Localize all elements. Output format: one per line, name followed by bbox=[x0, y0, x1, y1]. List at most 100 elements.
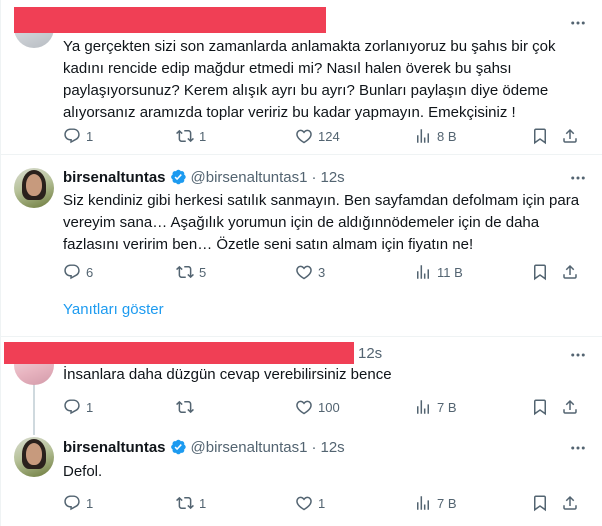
tweet-header: birsenaltuntas @birsenaltuntas1 · 12s bbox=[63, 438, 345, 456]
more-options-icon[interactable] bbox=[568, 345, 588, 365]
like-count: 3 bbox=[318, 264, 326, 280]
redacted-username bbox=[4, 342, 354, 364]
reply-button[interactable]: 6 bbox=[63, 262, 93, 282]
user-handle[interactable]: @birsenaltuntas1 bbox=[191, 439, 308, 456]
reply-icon bbox=[64, 399, 80, 415]
share-button[interactable] bbox=[561, 126, 579, 146]
reply-icon bbox=[64, 264, 80, 280]
reply-icon bbox=[64, 128, 80, 144]
more-options-icon[interactable] bbox=[568, 438, 588, 458]
retweet-button[interactable]: 5 bbox=[176, 262, 206, 282]
views-button[interactable]: 8 B bbox=[414, 126, 457, 146]
display-name[interactable]: birsenaltuntas bbox=[63, 439, 166, 456]
tweet-actions: 6 5 3 11 B bbox=[63, 262, 583, 282]
bookmark-icon bbox=[534, 264, 546, 281]
retweet-button[interactable] bbox=[176, 397, 199, 417]
timestamp[interactable]: 12s bbox=[321, 439, 345, 456]
views-button[interactable]: 7 B bbox=[414, 397, 457, 417]
timestamp[interactable]: 12s bbox=[358, 345, 382, 362]
tweet-actions: 1 1 1 7 B bbox=[63, 493, 583, 513]
views-count: 8 B bbox=[437, 128, 457, 144]
timestamp[interactable]: 12s bbox=[321, 169, 345, 186]
tweet-text: İnsanlara daha düzgün cevap verebilirsin… bbox=[63, 366, 392, 383]
heart-icon bbox=[296, 265, 312, 280]
redacted-username bbox=[14, 7, 326, 33]
tweet-text: Defol. bbox=[63, 463, 103, 480]
views-chart-icon bbox=[417, 265, 429, 279]
retweet-button[interactable]: 1 bbox=[176, 126, 206, 146]
verified-badge-icon bbox=[170, 439, 186, 455]
more-options-icon[interactable] bbox=[568, 13, 588, 33]
bookmark-button[interactable] bbox=[531, 126, 549, 146]
views-chart-icon bbox=[417, 400, 429, 414]
heart-icon bbox=[296, 400, 312, 415]
divider bbox=[0, 154, 602, 155]
more-options-icon[interactable] bbox=[568, 168, 588, 188]
thread-line bbox=[33, 383, 35, 429]
retweet-count: 1 bbox=[199, 495, 207, 511]
reply-count: 1 bbox=[86, 399, 94, 415]
retweet-count: 5 bbox=[199, 264, 207, 280]
views-chart-icon bbox=[417, 129, 429, 143]
views-chart-icon bbox=[417, 496, 429, 510]
separator-dot: · bbox=[311, 168, 317, 186]
tweet-text: Siz kendiniz gibi herkesi satılık sanmay… bbox=[63, 192, 580, 253]
verified-badge-icon bbox=[170, 169, 186, 185]
reply-button[interactable]: 1 bbox=[63, 493, 93, 513]
retweet-button[interactable]: 1 bbox=[176, 493, 206, 513]
retweet-count: 1 bbox=[199, 128, 207, 144]
retweet-icon bbox=[176, 496, 194, 510]
bookmark-button[interactable] bbox=[531, 262, 549, 282]
thread-line bbox=[33, 429, 35, 435]
like-button[interactable]: 100 bbox=[295, 397, 340, 417]
tweet-4[interactable]: birsenaltuntas @birsenaltuntas1 · 12s De… bbox=[0, 429, 602, 526]
reply-count: 1 bbox=[86, 495, 94, 511]
views-button[interactable]: 7 B bbox=[414, 493, 457, 513]
reply-button[interactable]: 1 bbox=[63, 397, 93, 417]
retweet-icon bbox=[176, 129, 194, 143]
share-icon bbox=[563, 264, 577, 279]
share-icon bbox=[563, 399, 577, 414]
share-button[interactable] bbox=[561, 493, 579, 513]
share-icon bbox=[563, 495, 577, 510]
show-replies-link[interactable]: Yanıtları göster bbox=[63, 301, 164, 318]
like-button[interactable]: 3 bbox=[295, 262, 325, 282]
separator-dot: · bbox=[311, 438, 317, 456]
like-button[interactable]: 1 bbox=[295, 493, 325, 513]
tweet-actions: 1 100 7 B bbox=[63, 397, 583, 417]
views-count: 7 B bbox=[437, 399, 457, 415]
views-count: 11 B bbox=[437, 264, 463, 280]
tweet-actions: 1 1 124 8 B bbox=[63, 126, 583, 146]
share-button[interactable] bbox=[561, 397, 579, 417]
tweet-3[interactable]: 12s İnsanlara daha düzgün cevap verebili… bbox=[0, 337, 602, 429]
reply-count: 1 bbox=[86, 128, 94, 144]
bookmark-icon bbox=[534, 399, 546, 416]
display-name[interactable]: birsenaltuntas bbox=[63, 169, 166, 186]
avatar[interactable] bbox=[14, 437, 54, 477]
like-count: 124 bbox=[318, 128, 340, 144]
like-button[interactable]: 124 bbox=[295, 126, 340, 146]
heart-icon bbox=[296, 496, 312, 511]
bookmark-icon bbox=[534, 128, 546, 145]
views-count: 7 B bbox=[437, 495, 457, 511]
user-handle[interactable]: @birsenaltuntas1 bbox=[191, 169, 308, 186]
tweet-text: Ya gerçekten sizi son zamanlarda anlamak… bbox=[63, 38, 556, 121]
avatar[interactable] bbox=[14, 168, 54, 208]
share-icon bbox=[563, 128, 577, 143]
like-count: 100 bbox=[318, 399, 340, 415]
share-button[interactable] bbox=[561, 262, 579, 282]
like-count: 1 bbox=[318, 495, 326, 511]
bookmark-button[interactable] bbox=[531, 397, 549, 417]
heart-icon bbox=[296, 129, 312, 144]
tweet-1[interactable]: Ya gerçekten sizi son zamanlarda anlamak… bbox=[0, 0, 602, 158]
reply-button[interactable]: 1 bbox=[63, 126, 93, 146]
reply-icon bbox=[64, 495, 80, 511]
tweet-header: birsenaltuntas @birsenaltuntas1 · 12s bbox=[63, 168, 345, 186]
views-button[interactable]: 11 B bbox=[414, 262, 463, 282]
retweet-icon bbox=[176, 265, 194, 279]
bookmark-button[interactable] bbox=[531, 493, 549, 513]
reply-count: 6 bbox=[86, 264, 94, 280]
bookmark-icon bbox=[534, 495, 546, 512]
retweet-icon bbox=[176, 400, 194, 414]
tweet-2[interactable]: birsenaltuntas @birsenaltuntas1 · 12s Si… bbox=[0, 158, 602, 338]
